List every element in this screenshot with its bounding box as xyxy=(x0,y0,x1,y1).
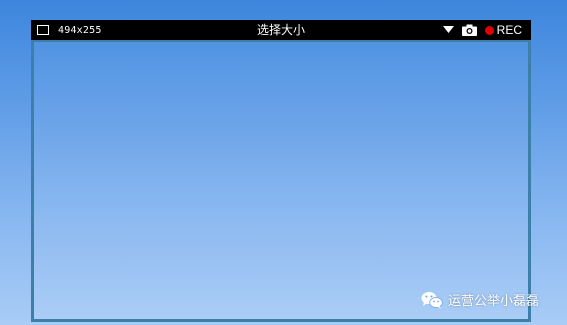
watermark: 运营公举小磊磊 xyxy=(421,290,539,309)
select-size-title[interactable]: 选择大小 xyxy=(257,23,305,37)
recorder-toolbar: 494x255 选择大小 REC xyxy=(31,20,531,40)
toolbar-left: 494x255 xyxy=(37,20,102,40)
window-icon[interactable] xyxy=(37,25,49,35)
record-dot-icon xyxy=(484,25,494,35)
capture-area[interactable] xyxy=(31,40,531,322)
wechat-icon xyxy=(421,291,443,309)
rec-label: REC xyxy=(496,23,522,37)
toolbar-right: REC xyxy=(442,20,522,40)
screen-recorder: 494x255 选择大小 REC xyxy=(31,20,531,322)
watermark-text: 运营公举小磊磊 xyxy=(448,294,540,309)
triangle-down-icon[interactable] xyxy=(442,26,454,34)
record-button[interactable]: REC xyxy=(484,23,522,37)
size-label: 494x255 xyxy=(58,24,102,36)
camera-icon[interactable] xyxy=(461,24,477,36)
